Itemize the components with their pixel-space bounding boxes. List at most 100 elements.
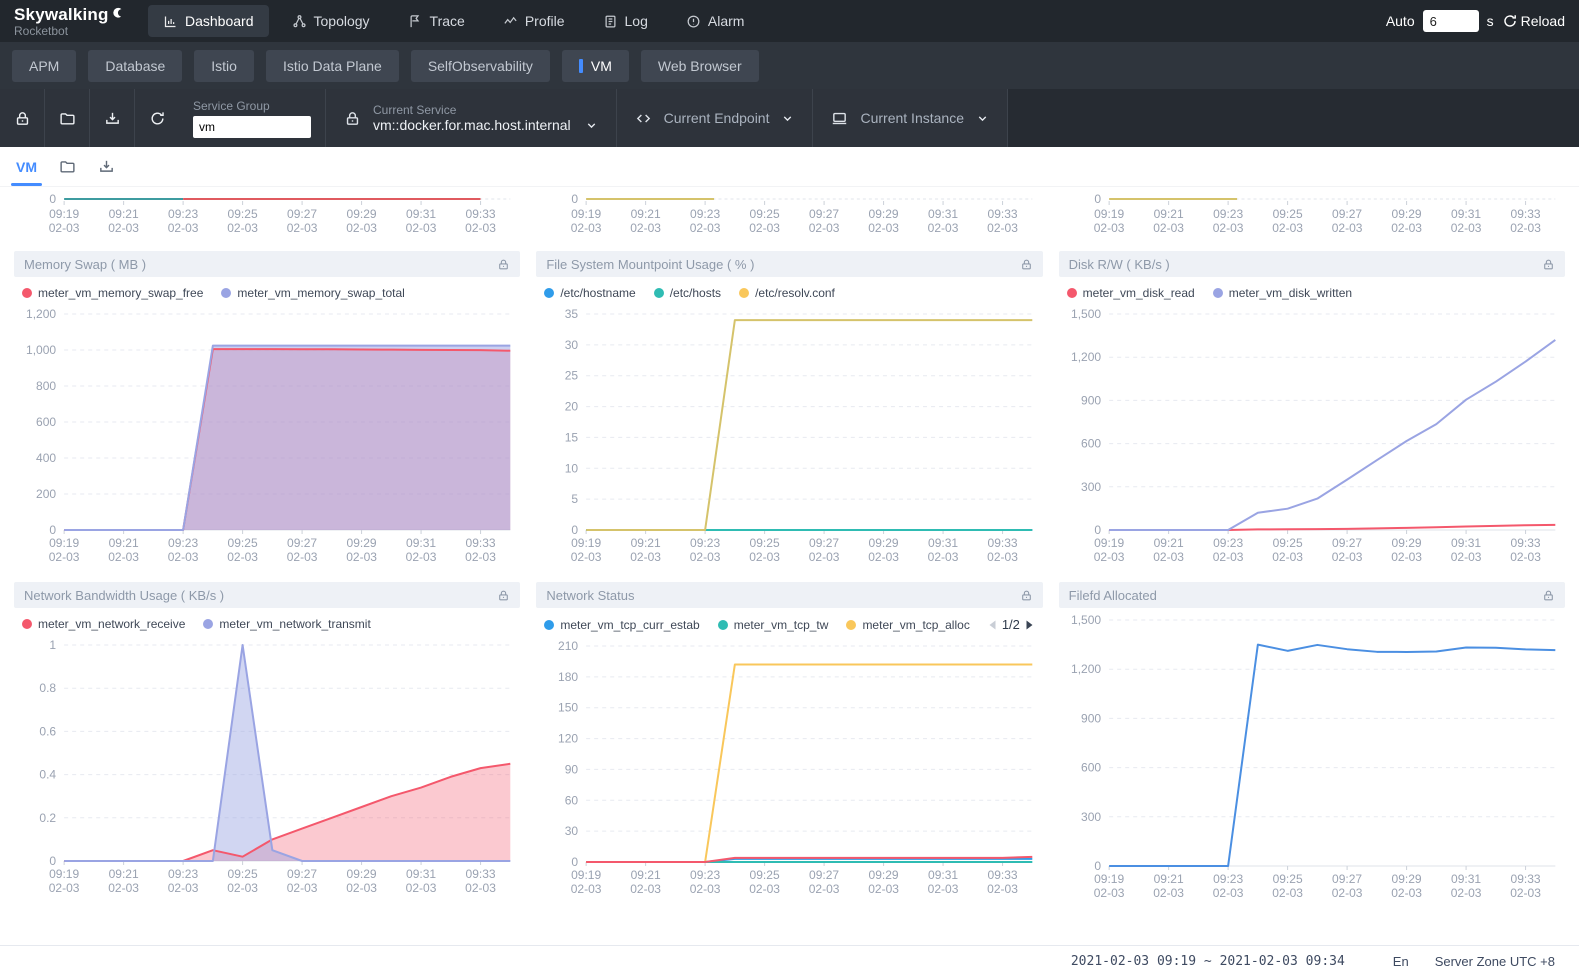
x-tick-date: 02-03 [465, 881, 496, 895]
legend-item[interactable]: meter_vm_memory_swap_free [22, 286, 203, 300]
nav-label: Log [625, 13, 648, 29]
language-toggle[interactable]: En [1393, 954, 1409, 969]
tab-vm[interactable]: VM [562, 50, 629, 82]
legend-label: meter_vm_network_transmit [219, 617, 370, 631]
y-tick-label: 1,200 [26, 307, 56, 321]
cutoff-chart-plot: 009:1902-0309:2102-0309:2302-0309:2502-0… [14, 191, 520, 237]
legend-next-icon[interactable] [1025, 619, 1034, 631]
x-tick-label: 09:29 [1391, 536, 1421, 550]
nav-item-profile[interactable]: Profile [488, 5, 580, 37]
current-service-select[interactable]: Current Service vm::docker.for.mac.host.… [326, 89, 616, 147]
legend-item[interactable]: /etc/resolv.conf [739, 286, 835, 300]
nav-item-topology[interactable]: Topology [277, 5, 385, 37]
y-tick-label: 800 [36, 379, 56, 393]
legend-label: meter_vm_disk_written [1229, 286, 1352, 300]
folder-button[interactable] [45, 89, 89, 147]
x-tick-date: 02-03 [346, 550, 377, 564]
tab-label: Web Browser [658, 58, 742, 74]
tab-istio-data-plane[interactable]: Istio Data Plane [266, 50, 399, 82]
chart-header: Memory Swap ( MB ) [14, 251, 520, 277]
lock-toggle-button[interactable] [0, 89, 44, 147]
lock-icon[interactable] [1020, 258, 1033, 271]
lock-icon[interactable] [497, 258, 510, 271]
x-tick-date: 02-03 [49, 550, 80, 564]
x-tick-date: 02-03 [571, 221, 602, 235]
legend-item[interactable]: meter_vm_disk_written [1213, 286, 1352, 300]
x-tick-date: 02-03 [928, 882, 959, 896]
legend-dot [221, 288, 231, 298]
chart-legend: meter_vm_memory_swap_free meter_vm_memory… [14, 277, 520, 302]
x-tick-date: 02-03 [49, 881, 80, 895]
lock-icon[interactable] [1020, 589, 1033, 602]
series-line [1109, 340, 1555, 530]
x-tick-date: 02-03 [988, 882, 1019, 896]
tab-web-browser[interactable]: Web Browser [641, 50, 759, 82]
legend-label: meter_vm_tcp_tw [734, 618, 829, 632]
legend-item[interactable]: meter_vm_tcp_tw [718, 618, 829, 632]
tab-istio[interactable]: Istio [194, 50, 254, 82]
tab-apm[interactable]: APM [12, 50, 76, 82]
x-tick-label: 09:23 [1213, 207, 1243, 221]
tab-label: VM [591, 58, 612, 74]
legend-item[interactable]: /etc/hosts [654, 286, 721, 300]
nav-item-log[interactable]: Log [588, 5, 663, 37]
x-tick-label: 09:27 [1332, 207, 1362, 221]
series-area [64, 764, 510, 861]
chart-panel: Network Statusmeter_vm_tcp_curr_estabmet… [536, 582, 1042, 904]
y-tick-label: 20 [565, 400, 579, 414]
top-navbar: Skywalking Rocketbot Dashboard Topology … [0, 0, 1579, 42]
legend-item[interactable]: meter_vm_tcp_alloc [846, 618, 969, 632]
refresh-button[interactable] [135, 89, 179, 147]
lock-icon[interactable] [1542, 258, 1555, 271]
legend-label: meter_vm_tcp_curr_estab [560, 618, 699, 632]
charts-grid: 009:1902-0309:2102-0309:2302-0309:2502-0… [0, 187, 1579, 904]
cutoff-chart-panel: 009:1902-0309:2102-0309:2302-0309:2502-0… [1059, 191, 1565, 237]
page-tab-vm[interactable]: VM [16, 147, 37, 186]
x-tick-date: 02-03 [1391, 886, 1422, 900]
legend-dot [718, 620, 728, 630]
y-tick-label: 10 [565, 461, 579, 475]
legend-item[interactable]: /etc/hostname [544, 286, 635, 300]
lock-icon[interactable] [497, 589, 510, 602]
nav-item-dashboard[interactable]: Dashboard [148, 5, 269, 37]
x-tick-date: 02-03 [1093, 221, 1124, 235]
time-range-picker[interactable]: 2021-02-03 09:19 ~ 2021-02-03 09:34 [1071, 954, 1345, 969]
nav-item-trace[interactable]: Trace [393, 5, 480, 37]
x-tick-label: 09:19 [49, 536, 79, 550]
tab-database[interactable]: Database [88, 50, 182, 82]
x-tick-label: 09:33 [1510, 872, 1540, 886]
auto-interval-input[interactable] [1423, 10, 1479, 32]
lock-icon[interactable] [1542, 589, 1555, 602]
x-tick-label: 09:19 [49, 867, 79, 881]
chevron-down-icon [976, 112, 989, 125]
x-tick-date: 02-03 [406, 550, 437, 564]
logo[interactable]: Skywalking Rocketbot [14, 5, 136, 38]
server-zone[interactable]: Server Zone UTC +8 [1435, 954, 1555, 969]
export-button[interactable] [90, 89, 134, 147]
chart-title: File System Mountpoint Usage ( % ) [546, 257, 754, 272]
current-instance-select[interactable]: Current Instance [813, 89, 1007, 147]
tab-selfobservability[interactable]: SelfObservability [411, 50, 550, 82]
x-tick-date: 02-03 [168, 221, 199, 235]
x-tick-label: 09:23 [690, 868, 720, 882]
x-tick-date: 02-03 [988, 221, 1019, 235]
legend-item[interactable]: meter_vm_network_receive [22, 617, 185, 631]
y-tick-label: 0 [1094, 523, 1101, 537]
service-group-input[interactable] [193, 116, 311, 138]
code-brackets-icon [635, 110, 652, 127]
legend-prev-icon[interactable] [988, 619, 997, 631]
legend-item[interactable]: meter_vm_network_transmit [203, 617, 370, 631]
x-tick-date: 02-03 [108, 881, 139, 895]
export-icon[interactable] [98, 158, 115, 175]
current-endpoint-select[interactable]: Current Endpoint [617, 89, 813, 147]
y-tick-label: 210 [558, 639, 578, 653]
folder-icon[interactable] [59, 158, 76, 175]
y-tick-label: 5 [572, 492, 579, 506]
nav-item-alarm[interactable]: Alarm [671, 5, 760, 37]
legend-item[interactable]: meter_vm_tcp_curr_estab [544, 618, 699, 632]
legend-item[interactable]: meter_vm_disk_read [1067, 286, 1195, 300]
reload-button[interactable]: Reload [1502, 13, 1565, 29]
service-toolbar: Service Group Current Service vm::docker… [0, 89, 1579, 147]
legend-item[interactable]: meter_vm_memory_swap_total [221, 286, 404, 300]
x-tick-label: 09:23 [690, 207, 720, 221]
